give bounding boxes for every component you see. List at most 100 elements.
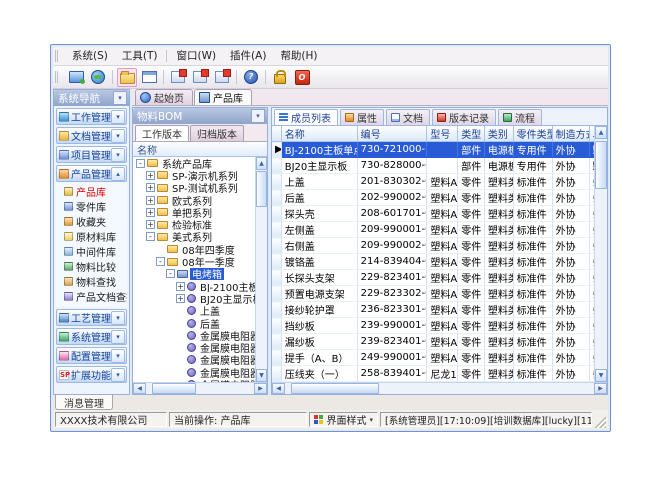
nav-group-header[interactable]: 文档管理▾ [56,127,127,144]
scroll-thumb[interactable] [152,383,196,394]
chevron-down-icon[interactable]: ▾ [111,129,125,143]
sidebar-item[interactable]: 收藏夹 [56,214,127,229]
expand-icon[interactable]: + [146,208,155,217]
doc-tab[interactable]: 产品库 [194,89,252,105]
tree-item[interactable]: 后盖 [133,317,255,329]
doc-close-icon-button[interactable] [168,68,188,87]
doc-close-icon-button[interactable] [212,68,232,87]
table-row[interactable]: 长探头支架229-823401-00I塑料ABS零件塑料类标准件外协条 [272,270,594,286]
scroll-thumb[interactable] [291,383,379,394]
table-row[interactable]: 右侧盖209-990002-01I塑料ABS零件塑料类标准件外协条 [272,238,594,254]
chevron-down-icon[interactable]: ▾ [111,148,125,162]
monitor-icon-button[interactable] [66,68,86,87]
table-vertical-scrollbar[interactable]: ▲ ▼ [594,126,607,382]
sidebar-item[interactable]: 中间件库 [56,244,127,259]
table-row[interactable]: 左侧盖209-990001-01I塑料ABS零件塑料类标准件外协条 [272,222,594,238]
tree-item[interactable]: +检验标准 [133,218,255,230]
table-row[interactable]: 接纱轮护罩236-823301-00I塑料ABS零件塑料类标准件外协条 [272,302,594,318]
expand-icon[interactable]: + [146,171,155,180]
member-tab[interactable]: 版本记录 [432,109,496,125]
expand-icon[interactable]: + [146,220,155,229]
sidebar-item[interactable]: 物料比较 [56,259,127,274]
message-panel-tab[interactable]: 消息管理 [55,395,113,410]
lock-icon-button[interactable] [270,68,290,87]
interface-style-dropdown[interactable]: 界面样式 ▾ [309,412,378,427]
table-row[interactable]: 后盖202-990002-01I塑料ABS零件塑料类标准件外协条 [272,190,594,206]
scroll-track[interactable] [285,383,594,394]
chevron-up-icon[interactable]: ▴ [111,167,125,181]
table-row[interactable]: ▶BJ-2100主板单点730-721000-12I部件电源板专用件外协颗 [272,142,594,158]
toolbar-grip[interactable] [55,71,63,83]
table-row[interactable]: 镀铬盖214-839404-01I塑料ABS零件塑料类标准件外协条 [272,254,594,270]
menu-item[interactable]: 系统(S) [65,47,115,65]
tree-item[interactable]: 金属膜电阻器 [133,366,255,378]
tree-item[interactable]: +BJ20主显示板 [133,292,255,304]
nav-group-header[interactable]: 系统管理▾ [56,328,127,345]
table-row[interactable]: 挡纱板239-990001-01I塑料ABS零件塑料类标准件外协条 [272,318,594,334]
sidebar-item[interactable]: 物料查找 [56,274,127,289]
nav-group-header[interactable]: 工艺管理▾ [56,309,127,326]
menu-grip[interactable] [55,50,63,62]
tree-column-header[interactable]: 名称 [133,142,267,157]
scroll-left-arrow[interactable]: ◀ [272,383,285,394]
expand-icon[interactable]: + [146,196,155,205]
table-row[interactable]: 探头壳208-601701-01I塑料ABS零件塑料类标准件外协条 [272,206,594,222]
doc-close-icon-button[interactable] [190,68,210,87]
collapse-icon[interactable]: - [156,257,165,266]
tree-item[interactable]: 上盖 [133,305,255,317]
scroll-left-arrow[interactable]: ◀ [133,383,146,394]
nav-group-header[interactable]: 配置管理▾ [56,347,127,364]
doc-tab[interactable]: 起始页 [135,89,193,105]
collapse-icon[interactable]: - [146,232,155,241]
member-tab[interactable]: 流程 [498,109,542,125]
nav-group-header[interactable]: 扩展功能▾ [56,366,127,383]
table-row[interactable]: 漏纱板239-823401-00I塑料ABS零件塑料类标准件外协条 [272,334,594,350]
table-row[interactable]: 压线夹（一）258-839401-00I尼龙1010零件塑料类标准件外协条 [272,366,594,382]
version-tab[interactable]: 工作版本 [135,125,189,141]
tree-item[interactable]: -电烤箱 [133,268,255,280]
pin-button[interactable]: ▾ [251,109,265,123]
column-header[interactable]: 类型 [458,126,485,142]
window-layout-icon-button[interactable] [139,68,159,87]
column-header[interactable]: 类别 [484,126,513,142]
chevron-down-icon[interactable]: ▾ [111,349,125,363]
tree-item[interactable]: +SP-演示机系列 [133,169,255,181]
chevron-down-icon[interactable]: ▾ [111,110,125,124]
scroll-down-arrow[interactable]: ▼ [256,369,267,382]
scroll-up-arrow[interactable]: ▲ [256,157,267,170]
pin-button[interactable]: ▾ [113,91,127,105]
menu-item[interactable]: 工具(T) [115,47,165,65]
member-tab[interactable]: 文档 [386,109,430,125]
tree-item[interactable]: -美式系列 [133,231,255,243]
chevron-down-icon[interactable]: ▾ [111,330,125,344]
nav-group-header[interactable]: 项目管理▾ [56,146,127,163]
table-row[interactable]: 预置电源支架229-823302-00I塑料ABS零件塑料类标准件外协条 [272,286,594,302]
expand-icon[interactable]: + [176,282,185,291]
tree-vertical-scrollbar[interactable]: ▲ ▼ [255,157,267,382]
menu-item[interactable]: 窗口(W) [169,47,223,65]
tree-item[interactable]: +BJ-2100主板单点 [133,280,255,292]
scroll-right-arrow[interactable]: ▶ [594,383,607,394]
scroll-up-arrow[interactable]: ▲ [595,126,607,139]
table-row[interactable]: BJ20主显示板730-828000-04I部件电源板专用件外协颗 [272,158,594,174]
nav-group-header[interactable]: 产品管理▴ [56,165,127,182]
resize-grip[interactable] [594,416,606,428]
table-row[interactable]: 上盖201-830302-00I塑料ABS零件塑料类标准件外协条 [272,174,594,190]
sidebar-item[interactable]: 产品库 [56,184,127,199]
table-row[interactable]: 提手（A、B）249-990001-01I塑料ABS零件塑料类标准件外协条 [272,350,594,366]
scroll-thumb[interactable] [595,141,607,189]
tree-item[interactable]: 金属膜电阻器 [133,341,255,353]
nav-group-header[interactable]: 工作管理▾ [56,108,127,125]
chevron-down-icon[interactable]: ▾ [111,311,125,325]
member-tab[interactable]: 成员列表 [274,109,338,125]
globe-icon-button[interactable] [88,68,108,87]
table-horizontal-scrollbar[interactable]: ◀ ▶ [272,382,607,394]
member-tab[interactable]: 属性 [340,109,384,125]
tree-item[interactable]: +欧式系列 [133,194,255,206]
tree-item[interactable]: +单把系列 [133,206,255,218]
tree-item[interactable]: -系统产品库 [133,157,255,169]
chevron-down-icon[interactable]: ▾ [111,368,125,382]
scroll-down-arrow[interactable]: ▼ [595,369,607,382]
scroll-track[interactable] [146,383,254,394]
column-header[interactable]: 型号 [427,126,458,142]
